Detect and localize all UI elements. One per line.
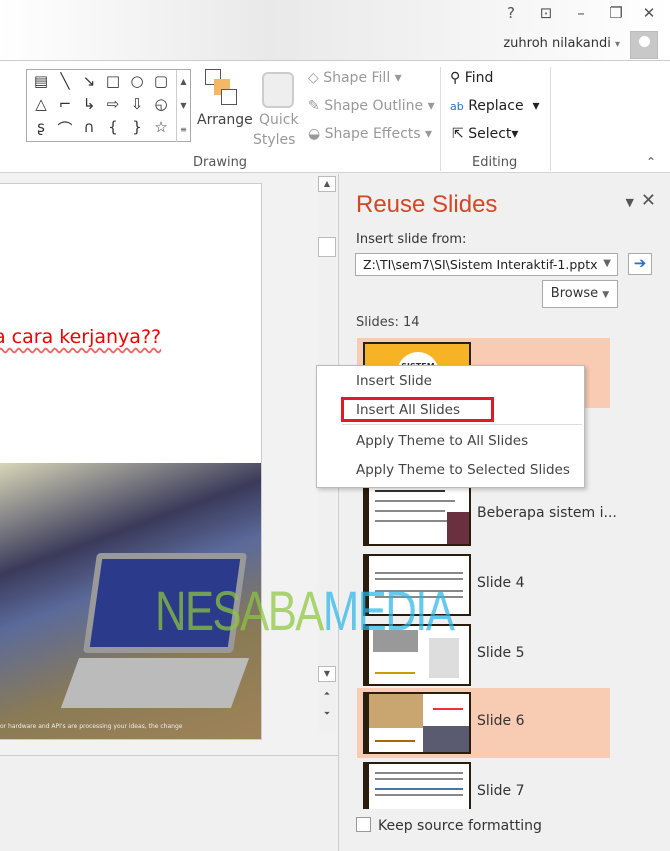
slide-label: Slide 6 [477,713,525,729]
replace-icon: ab [450,100,464,113]
scroll-down-button[interactable]: ▼ [318,666,336,682]
title-bar: ? ⊡ – ❐ ✕ zuhroh nilakandi ▾ [0,0,670,60]
arrange-icon [205,69,239,109]
go-arrow-button[interactable]: ➔ [628,253,652,275]
divider [440,67,441,171]
shape-option[interactable]: ʂ [30,118,52,136]
insert-from-label: Insert slide from: [356,232,467,247]
menu-item-insert-slide[interactable]: Insert Slide [356,373,432,389]
pane-title: Reuse Slides [356,191,498,218]
divider [550,67,551,171]
gallery-scroll-up-button[interactable]: ▲ [176,70,190,94]
shapes-gallery[interactable]: ▤ ╲ ↘ □ ○ ▢ △ ⌐ ↳ ⇨ ⇩ ◵ ʂ ⌒ ∩{} ☆ ▲ ▼ ≡ [26,69,191,142]
replace-button[interactable]: ab Replace ▾ [450,98,540,114]
slide-label: Slide 7 [477,783,525,799]
avatar[interactable] [630,31,658,59]
menu-separator [342,424,582,425]
quick-styles-icon [262,72,294,108]
shape-option[interactable]: ☆ [150,118,172,136]
reuse-slides-pane: Reuse Slides ▼ ✕ Insert slide from: Z:\T… [338,174,670,851]
user-account[interactable]: zuhroh nilakandi ▾ [503,36,620,51]
user-name: zuhroh nilakandi [503,36,611,51]
chevron-down-icon: ▾ [614,39,620,50]
shape-option[interactable]: ↳ [78,95,100,113]
shape-option[interactable]: } [126,118,148,136]
find-button[interactable]: ⚲ Find [450,70,493,86]
close-button[interactable]: ✕ [638,4,660,22]
collapse-ribbon-button[interactable]: ⌃ [646,155,656,169]
browse-button[interactable]: Browse ▼ [542,280,618,308]
shape-option[interactable]: △ [30,95,52,113]
shape-outline-button[interactable]: ✎ Shape Outline ▾ [308,98,435,114]
highlight-annotation-box [341,397,494,422]
photo-caption: or hardware and API's are processing you… [0,723,183,730]
slide-item[interactable]: Slide 6 [357,688,610,758]
quick-styles-label: Styles [253,132,296,148]
slide-thumbnail [363,692,471,754]
shape-option[interactable]: ⌒ [54,118,76,139]
binoculars-icon: ⚲ [450,70,461,86]
minimize-button[interactable]: – [570,4,592,22]
slide-label: Slide 5 [477,645,525,661]
slide-thumbnail [363,762,471,809]
restore-button[interactable]: ❐ [605,4,627,22]
scroll-up-button[interactable]: ▲ [318,176,336,192]
shape-option[interactable]: ⌐ [54,95,76,113]
keep-source-formatting-checkbox[interactable]: Keep source formatting [356,817,542,834]
slide-editor: a cara kerjanya?? or hardware and API's … [0,174,340,755]
shape-fill-button[interactable]: ◇ Shape Fill ▾ [308,70,402,86]
pane-options-icon[interactable]: ▼ [626,196,634,209]
slide-thumbnail [363,484,471,546]
quick-styles-button[interactable]: Quick [259,112,299,128]
slides-count: Slides: 14 [356,315,420,330]
watermark-logo: NESABAMEDIA [155,579,455,642]
select-button[interactable]: ⇱ Select▾ [452,126,518,142]
file-path-value: Z:\TI\sem7\SI\Sistem Interaktif-1.pptx [363,257,598,272]
slide-canvas[interactable]: a cara kerjanya?? or hardware and API's … [0,183,262,740]
shape-option[interactable]: ⇩ [126,95,148,113]
shape-option[interactable]: ⇨ [102,95,124,113]
shape-effects-button[interactable]: ◒ Shape Effects ▾ [308,126,432,142]
scroll-thumb[interactable] [318,237,336,257]
slide-item[interactable]: Slide 7 [357,758,610,809]
chevron-down-icon: ▼ [602,290,610,300]
slide-label: Slide 4 [477,575,525,591]
help-button[interactable]: ? [500,4,522,22]
arrange-button[interactable]: Arrange [197,112,253,128]
ribbon-display-button[interactable]: ⊡ [535,4,557,22]
ribbon: ▤ ╲ ↘ □ ○ ▢ △ ⌐ ↳ ⇨ ⇩ ◵ ʂ ⌒ ∩{} ☆ ▲ ▼ ≡ Arrange Quick Styl… [0,60,670,173]
next-slide-button[interactable]: ⏷ [318,707,336,723]
cursor-icon: ⇱ [452,126,464,142]
context-menu: Insert Slide Insert All Slides Apply The… [316,365,585,488]
pane-close-icon[interactable]: ✕ [641,190,656,211]
gallery-scroll-down-button[interactable]: ▼ [176,94,190,118]
menu-item-apply-theme-all[interactable]: Apply Theme to All Slides [356,433,528,449]
slide-label: Beberapa sistem i... [477,505,617,521]
drawing-group-label: Drawing [193,155,248,170]
checkbox[interactable] [356,817,371,832]
shape-option[interactable]: ∩ [78,118,100,136]
chevron-down-icon[interactable]: ▼ [603,258,611,269]
shape-option[interactable]: ↘ [78,72,100,90]
editing-group-label: Editing [472,155,518,170]
shape-option[interactable]: ╲ [54,72,76,90]
keyboard-image [60,658,250,708]
shape-option[interactable]: ◵ [150,95,172,113]
shape-option[interactable]: ○ [126,72,148,90]
previous-slide-button[interactable]: ⏶ [318,687,336,703]
gallery-more-button[interactable]: ≡ [176,118,190,142]
menu-item-apply-theme-selected[interactable]: Apply Theme to Selected Slides [356,462,570,478]
shape-option[interactable]: { [102,118,124,136]
shape-option[interactable]: ▢ [150,72,172,90]
notes-area [0,755,340,851]
slide-item[interactable]: Beberapa sistem i... [357,480,617,550]
file-path-combobox[interactable]: Z:\TI\sem7\SI\Sistem Interaktif-1.pptx ▼ [355,253,618,276]
slide-title-text[interactable]: a cara kerjanya?? [0,326,161,348]
shape-option[interactable]: ▤ [30,72,52,90]
shape-option[interactable]: □ [102,72,124,90]
